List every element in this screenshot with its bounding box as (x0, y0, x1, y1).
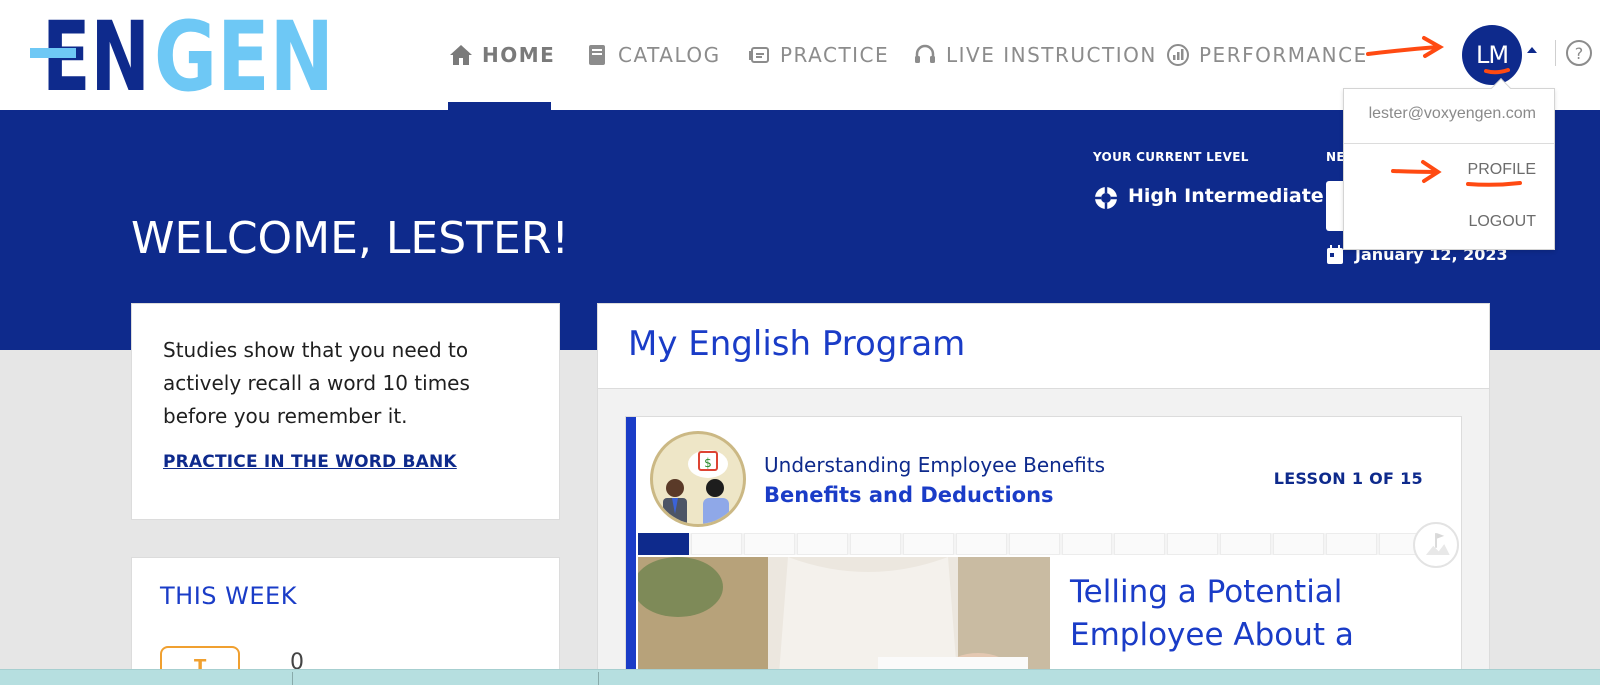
nav-practice[interactable]: PRACTICE (746, 0, 889, 110)
engen-logo[interactable]: EN GEN (30, 12, 340, 94)
help-icon-glyph: ? (1574, 43, 1584, 63)
flag-goal-icon (1413, 522, 1459, 568)
header-divider (1555, 40, 1556, 66)
office-photo-image (638, 557, 1050, 675)
welcome-heading: WELCOME, LESTER! (131, 213, 570, 264)
nav-practice-label: PRACTICE (780, 43, 890, 67)
svg-text:GEN: GEN (154, 12, 334, 94)
strip-divider (292, 672, 293, 685)
word-bank-link[interactable]: PRACTICE IN THE WORD BANK (163, 452, 457, 472)
user-email: lester@voxyengen.com (1368, 105, 1536, 122)
progress-segment (1167, 533, 1219, 555)
program-title: My English Program (628, 324, 966, 364)
lesson-title[interactable]: Benefits and Deductions (764, 483, 1054, 507)
nav-catalog[interactable]: CATALOG (584, 0, 721, 110)
nav-live-instruction-label: LIVE INSTRUCTION (946, 43, 1157, 67)
lesson-counter: LESSON 1 OF 15 (1273, 469, 1423, 488)
progress-segment (1061, 533, 1113, 555)
progress-segment (690, 533, 742, 555)
progress-segment (849, 533, 901, 555)
nav-live-instruction[interactable]: LIVE INSTRUCTION (912, 0, 1157, 110)
program-header: My English Program (597, 303, 1490, 389)
progress-segment (638, 533, 689, 555)
caret-up-icon[interactable] (1526, 45, 1538, 55)
progress-segment (1273, 533, 1325, 555)
activity-photo[interactable] (638, 557, 1050, 675)
strip-divider (598, 672, 599, 685)
performance-chart-icon (1167, 44, 1189, 66)
lesson-thumbnail: $ (650, 431, 746, 527)
user-avatar-button[interactable]: LM (1462, 25, 1522, 85)
logout-menu-item[interactable]: LOGOUT (1468, 213, 1536, 231)
help-icon[interactable]: ? (1566, 40, 1592, 66)
progress-segment (1326, 533, 1378, 555)
this-week-card: THIS WEEK T 0 (131, 557, 560, 685)
profile-menu-item[interactable]: PROFILE (1468, 161, 1536, 179)
lesson-accent-bar (626, 417, 636, 675)
tip-card: Studies show that you need to actively r… (131, 303, 560, 520)
practice-cards-icon (749, 47, 769, 63)
tip-text: Studies show that you need to actively r… (163, 338, 470, 428)
nav-home-label: HOME (482, 43, 556, 67)
nav-performance-label: PERFORMANCE (1199, 43, 1368, 67)
current-level-label: YOUR CURRENT LEVEL (1093, 150, 1249, 164)
bottom-strip (0, 669, 1600, 685)
progress-segment (796, 533, 848, 555)
book-icon (589, 45, 605, 65)
benefits-illustration: $ (663, 450, 729, 524)
course-title: Understanding Employee Benefits (764, 453, 1105, 477)
home-icon (450, 45, 472, 65)
calendar-icon (1327, 245, 1343, 264)
lesson-progress-bar (638, 533, 1431, 555)
current-level-value: High Intermediate (1128, 185, 1324, 207)
progress-segment (955, 533, 1007, 555)
lesson-card[interactable]: $ Understanding Employee Benefits Benefi… (625, 416, 1462, 676)
level-badge-icon (1095, 187, 1117, 209)
progress-segment (1114, 533, 1166, 555)
progress-segment (902, 533, 954, 555)
nav-home[interactable]: HOME (448, 0, 555, 110)
headset-icon (915, 44, 935, 63)
progress-segment (1008, 533, 1060, 555)
progress-segment (743, 533, 795, 555)
activity-title[interactable]: Telling a Potential Employee About a (1070, 571, 1440, 657)
this-week-title: THIS WEEK (160, 582, 297, 610)
avatar-initials: LM (1475, 41, 1509, 69)
dropdown-divider (1344, 143, 1554, 144)
progress-segment (1220, 533, 1272, 555)
nav-performance[interactable]: PERFORMANCE (1165, 0, 1368, 110)
active-nav-indicator (448, 102, 551, 110)
nav-catalog-label: CATALOG (618, 43, 721, 67)
svg-text:$: $ (704, 456, 712, 470)
user-menu-dropdown: lester@voxyengen.com PROFILE LOGOUT (1343, 78, 1555, 250)
